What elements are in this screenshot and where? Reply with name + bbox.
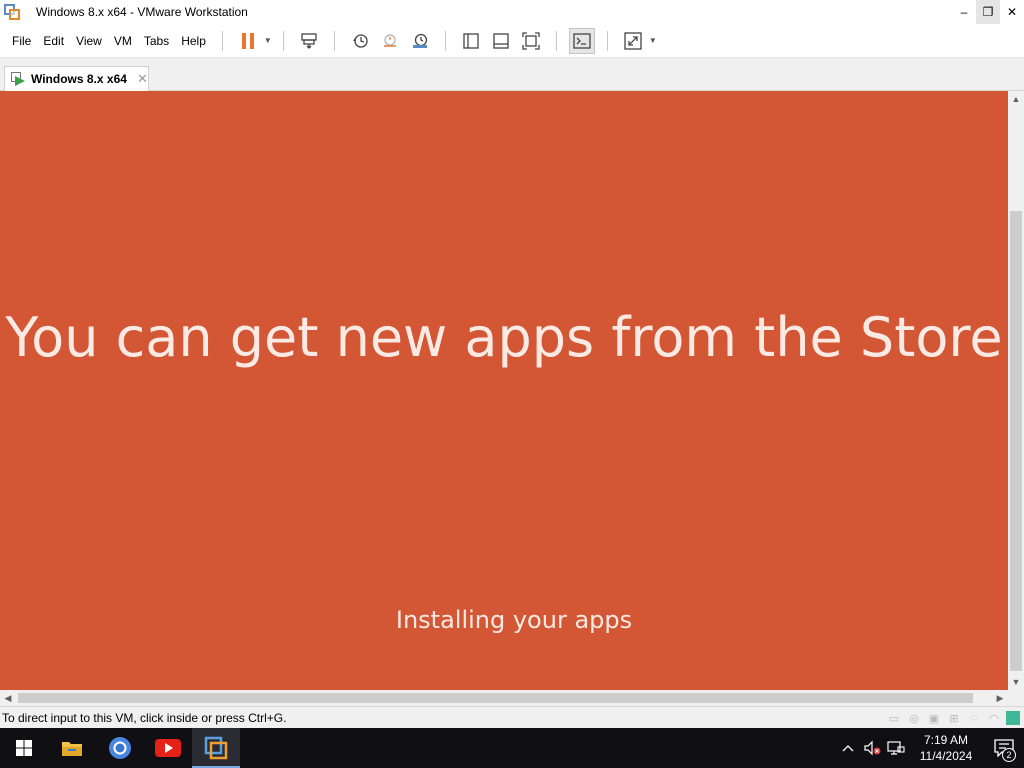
menu-edit[interactable]: Edit: [37, 34, 70, 48]
toolbar-separator: [221, 30, 223, 51]
vmware-app-icon: [4, 4, 20, 20]
hard-disk-icon[interactable]: ▭: [886, 711, 902, 725]
status-message: To direct input to this VM, click inside…: [2, 710, 287, 725]
show-hidden-icons-icon[interactable]: [836, 728, 860, 768]
restore-button[interactable]: ❐: [976, 0, 1000, 24]
action-center-button[interactable]: 2: [984, 728, 1024, 768]
horizontal-scroll-thumb[interactable]: [18, 693, 973, 703]
taskbar-chrome[interactable]: [96, 728, 144, 768]
floppy-icon[interactable]: ▣: [926, 711, 942, 725]
running-vm-icon: [11, 72, 25, 86]
snapshot-manager-button[interactable]: [407, 28, 433, 54]
windows-start-icon: [16, 740, 32, 756]
notification-count-badge: 2: [1002, 748, 1016, 762]
sound-card-icon[interactable]: ◠: [986, 711, 1002, 725]
setup-status-text: Installing your apps: [395, 606, 633, 634]
tab-close-button[interactable]: ✕: [137, 71, 148, 87]
taskbar-youtube[interactable]: [144, 728, 192, 768]
tab-windows-8x-x64[interactable]: Windows 8.x x64 ✕: [4, 66, 149, 91]
menu-toolbar: File Edit View VM Tabs Help ▼ ▼: [0, 24, 1024, 58]
stretch-dropdown-button[interactable]: ▼: [648, 28, 658, 54]
volume-muted-icon[interactable]: [860, 728, 884, 768]
console-view-button[interactable]: [568, 27, 595, 54]
taskbar-clock[interactable]: 7:19 AM 11/4/2024: [908, 732, 984, 764]
library-icon: [463, 32, 479, 49]
vm-console-display[interactable]: You can get new apps from the Store Inst…: [0, 91, 1008, 690]
vertical-scroll-thumb[interactable]: [1010, 211, 1022, 671]
clock-time: 7:19 AM: [923, 733, 969, 747]
vm-tab-strip: Windows 8.x x64 ✕: [0, 58, 1024, 91]
message-log-icon[interactable]: [1006, 711, 1020, 725]
scroll-corner: [1008, 690, 1024, 706]
pause-dropdown-button[interactable]: ▼: [263, 28, 273, 54]
toolbar-separator: [444, 30, 446, 51]
taskbar-vmware-workstation[interactable]: [192, 728, 240, 768]
toolbar-separator: [282, 30, 284, 51]
full-screen-button[interactable]: [518, 28, 544, 54]
youtube-icon: [155, 739, 181, 757]
thumbnail-bar-button[interactable]: [488, 28, 514, 54]
minimize-button[interactable]: –: [952, 0, 976, 24]
send-ctrl-alt-del-button[interactable]: [296, 28, 322, 54]
stretch-guest-icon: [624, 31, 642, 50]
show-library-button[interactable]: [458, 28, 484, 54]
chrome-icon: [109, 737, 131, 759]
window-titlebar: Windows 8.x x64 - VMware Workstation – ❐…: [0, 0, 1024, 24]
toolbar-separator: [555, 30, 557, 51]
usb-icon[interactable]: ◌: [966, 711, 982, 725]
menu-help[interactable]: Help: [175, 34, 212, 48]
snapshot-manager-icon: [412, 33, 428, 48]
menu-vm[interactable]: VM: [108, 34, 138, 48]
full-screen-icon: [522, 31, 540, 50]
horizontal-scrollbar[interactable]: ◀ ▶: [0, 690, 1008, 706]
network-icon[interactable]: [884, 728, 908, 768]
vmware-workstation-icon: [204, 736, 228, 760]
pause-icon: [241, 32, 254, 49]
toolbar-separator: [606, 30, 608, 51]
toolbar-separator: [333, 30, 335, 51]
scroll-right-icon[interactable]: ▶: [992, 690, 1008, 706]
scroll-left-icon[interactable]: ◀: [0, 690, 16, 706]
pause-button[interactable]: [235, 28, 261, 54]
scroll-down-icon[interactable]: ▼: [1008, 674, 1024, 690]
status-bar: To direct input to this VM, click inside…: [0, 706, 1024, 728]
clock-date: 11/4/2024: [919, 749, 973, 763]
cd-dvd-icon[interactable]: ◎: [906, 711, 922, 725]
stretch-guest-button[interactable]: [620, 28, 646, 54]
system-tray: 7:19 AM 11/4/2024 2: [836, 728, 1024, 768]
setup-headline: You can get new apps from the Store: [5, 306, 1003, 369]
revert-snapshot-icon: [383, 33, 396, 47]
windows-taskbar: 7:19 AM 11/4/2024 2: [0, 728, 1024, 768]
scroll-up-icon[interactable]: ▲: [1008, 91, 1024, 107]
menu-view[interactable]: View: [70, 34, 108, 48]
send-ctrl-alt-del-icon: [301, 32, 317, 49]
start-button[interactable]: [0, 728, 48, 768]
menu-tabs[interactable]: Tabs: [138, 34, 175, 48]
revert-snapshot-button[interactable]: [377, 28, 403, 54]
snapshot-icon: [352, 33, 368, 48]
take-snapshot-button[interactable]: [347, 28, 373, 54]
window-title: Windows 8.x x64 - VMware Workstation: [36, 5, 248, 19]
thumbnail-bar-icon: [493, 32, 509, 49]
taskbar-file-explorer[interactable]: [48, 728, 96, 768]
console-view-icon: [573, 32, 591, 49]
menu-file[interactable]: File: [6, 34, 37, 48]
close-button[interactable]: ✕: [1000, 0, 1024, 24]
network-adapter-icon[interactable]: ⊞: [946, 711, 962, 725]
tab-label: Windows 8.x x64: [31, 72, 127, 86]
file-explorer-icon: [62, 742, 82, 756]
vertical-scrollbar[interactable]: ▲ ▼: [1008, 91, 1024, 690]
